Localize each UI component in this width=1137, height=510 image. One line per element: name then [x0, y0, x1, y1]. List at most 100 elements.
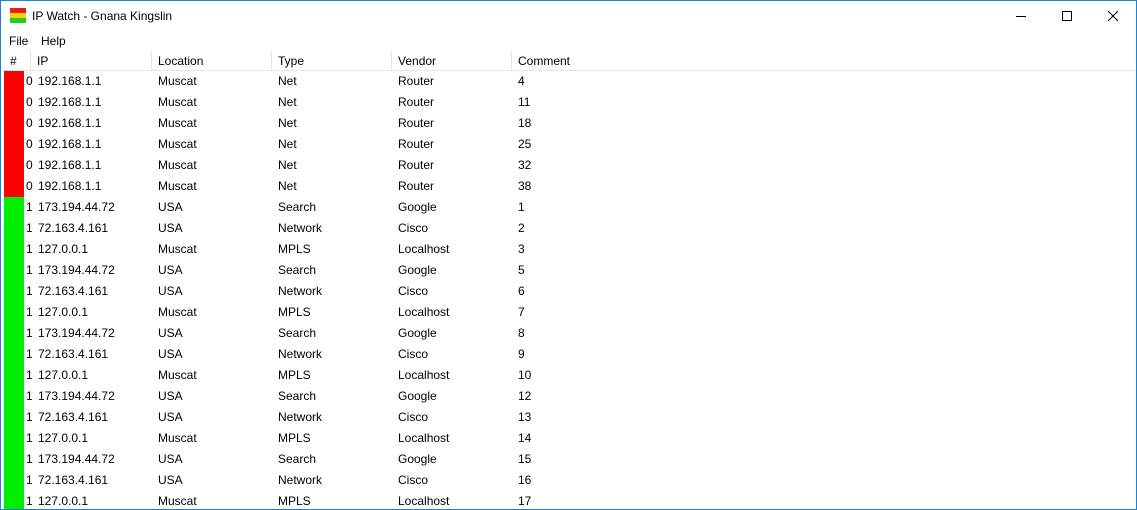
cell-comment: 6 [518, 284, 525, 298]
cell-type: MPLS [278, 431, 311, 445]
cell-vendor: Google [398, 200, 437, 214]
cell-ip: 192.168.1.1 [38, 95, 102, 109]
table-row[interactable]: 1 173.194.44.72 USA Search Google 8 [1, 323, 1136, 344]
cell-vendor: Google [398, 389, 437, 403]
cell-status: 0 [26, 179, 33, 193]
table-row[interactable]: 1 127.0.0.1 Muscat MPLS Localhost 3 [1, 239, 1136, 260]
cell-vendor: Cisco [398, 221, 429, 235]
column-header-comment[interactable]: Comment [512, 51, 632, 71]
cell-status: 1 [26, 347, 33, 361]
cell-comment: 16 [518, 473, 532, 487]
column-header-location[interactable]: Location [152, 51, 272, 71]
status-indicator [4, 92, 24, 113]
minimize-button[interactable] [998, 1, 1044, 31]
cell-comment: 14 [518, 431, 532, 445]
table-row[interactable]: 1 127.0.0.1 Muscat MPLS Localhost 17 [1, 491, 1136, 509]
menu-file[interactable]: File [9, 34, 28, 48]
status-indicator [4, 407, 24, 428]
cell-type: Net [278, 74, 297, 88]
column-header-type[interactable]: Type [272, 51, 392, 71]
cell-vendor: Cisco [398, 410, 429, 424]
status-indicator [4, 470, 24, 491]
cell-status: 0 [26, 137, 33, 151]
menu-bar: File Help [1, 31, 1136, 51]
status-indicator [4, 365, 24, 386]
cell-vendor: Localhost [398, 242, 450, 256]
status-indicator [4, 302, 24, 323]
table-row[interactable]: 1 127.0.0.1 Muscat MPLS Localhost 7 [1, 302, 1136, 323]
close-button[interactable] [1090, 1, 1136, 31]
table-row[interactable]: 1 127.0.0.1 Muscat MPLS Localhost 10 [1, 365, 1136, 386]
menu-help[interactable]: Help [41, 34, 66, 48]
cell-location: Muscat [158, 137, 197, 151]
table-row[interactable]: 1 173.194.44.72 USA Search Google 12 [1, 386, 1136, 407]
cell-comment: 3 [518, 242, 525, 256]
cell-vendor: Router [398, 74, 435, 88]
cell-comment: 17 [518, 494, 532, 508]
cell-location: Muscat [158, 494, 197, 508]
cell-ip: 192.168.1.1 [38, 179, 102, 193]
cell-comment: 25 [518, 137, 532, 151]
maximize-button[interactable] [1044, 1, 1090, 31]
cell-type: MPLS [278, 368, 311, 382]
cell-comment: 13 [518, 410, 532, 424]
table-row[interactable]: 0 192.168.1.1 Muscat Net Router 4 [1, 71, 1136, 92]
app-icon-green-band [10, 18, 26, 23]
status-indicator [4, 155, 24, 176]
status-indicator [4, 134, 24, 155]
cell-vendor: Google [398, 452, 437, 466]
table-row[interactable]: 1 127.0.0.1 Muscat MPLS Localhost 14 [1, 428, 1136, 449]
ip-list-view[interactable]: # IP Location Type Vendor Comment 0 192.1… [1, 51, 1136, 509]
cell-vendor: Localhost [398, 305, 450, 319]
cell-ip: 192.168.1.1 [38, 158, 102, 172]
cell-status: 1 [26, 452, 33, 466]
cell-type: Network [278, 347, 323, 361]
cell-vendor: Router [398, 137, 435, 151]
cell-comment: 32 [518, 158, 532, 172]
cell-status: 1 [26, 431, 33, 445]
cell-status: 1 [26, 305, 33, 319]
cell-comment: 38 [518, 179, 532, 193]
cell-location: USA [158, 284, 183, 298]
table-row[interactable]: 1 173.194.44.72 USA Search Google 1 [1, 197, 1136, 218]
status-indicator [4, 491, 24, 509]
table-row[interactable]: 1 72.163.4.161 USA Network Cisco 9 [1, 344, 1136, 365]
table-row[interactable]: 1 72.163.4.161 USA Network Cisco 2 [1, 218, 1136, 239]
close-icon [1107, 10, 1119, 22]
app-window: IP Watch - Gnana Kingslin File Help # IP… [0, 0, 1137, 510]
column-header-ip[interactable]: IP [31, 51, 152, 71]
cell-type: MPLS [278, 242, 311, 256]
cell-status: 0 [26, 95, 33, 109]
cell-status: 1 [26, 368, 33, 382]
table-row[interactable]: 0 192.168.1.1 Muscat Net Router 18 [1, 113, 1136, 134]
table-row[interactable]: 1 72.163.4.161 USA Network Cisco 6 [1, 281, 1136, 302]
cell-location: Muscat [158, 431, 197, 445]
cell-type: Net [278, 95, 297, 109]
list-header: # IP Location Type Vendor Comment [1, 51, 1136, 71]
cell-status: 1 [26, 473, 33, 487]
cell-comment: 5 [518, 263, 525, 277]
status-indicator [4, 71, 24, 92]
table-row[interactable]: 1 72.163.4.161 USA Network Cisco 16 [1, 470, 1136, 491]
column-header-number[interactable]: # [1, 51, 31, 71]
table-row[interactable]: 1 173.194.44.72 USA Search Google 5 [1, 260, 1136, 281]
table-row[interactable]: 0 192.168.1.1 Muscat Net Router 11 [1, 92, 1136, 113]
table-row[interactable]: 1 72.163.4.161 USA Network Cisco 13 [1, 407, 1136, 428]
cell-location: USA [158, 263, 183, 277]
cell-type: Network [278, 221, 323, 235]
cell-comment: 10 [518, 368, 532, 382]
cell-location: Muscat [158, 179, 197, 193]
cell-status: 1 [26, 284, 33, 298]
cell-status: 1 [26, 263, 33, 277]
table-row[interactable]: 0 192.168.1.1 Muscat Net Router 32 [1, 155, 1136, 176]
cell-ip: 173.194.44.72 [38, 452, 115, 466]
table-row[interactable]: 0 192.168.1.1 Muscat Net Router 38 [1, 176, 1136, 197]
table-row[interactable]: 1 173.194.44.72 USA Search Google 15 [1, 449, 1136, 470]
column-header-vendor[interactable]: Vendor [392, 51, 512, 71]
cell-type: Search [278, 263, 317, 277]
cell-vendor: Router [398, 179, 435, 193]
cell-status: 1 [26, 410, 33, 424]
cell-location: Muscat [158, 368, 197, 382]
table-row[interactable]: 0 192.168.1.1 Muscat Net Router 25 [1, 134, 1136, 155]
title-bar[interactable]: IP Watch - Gnana Kingslin [1, 1, 1136, 31]
